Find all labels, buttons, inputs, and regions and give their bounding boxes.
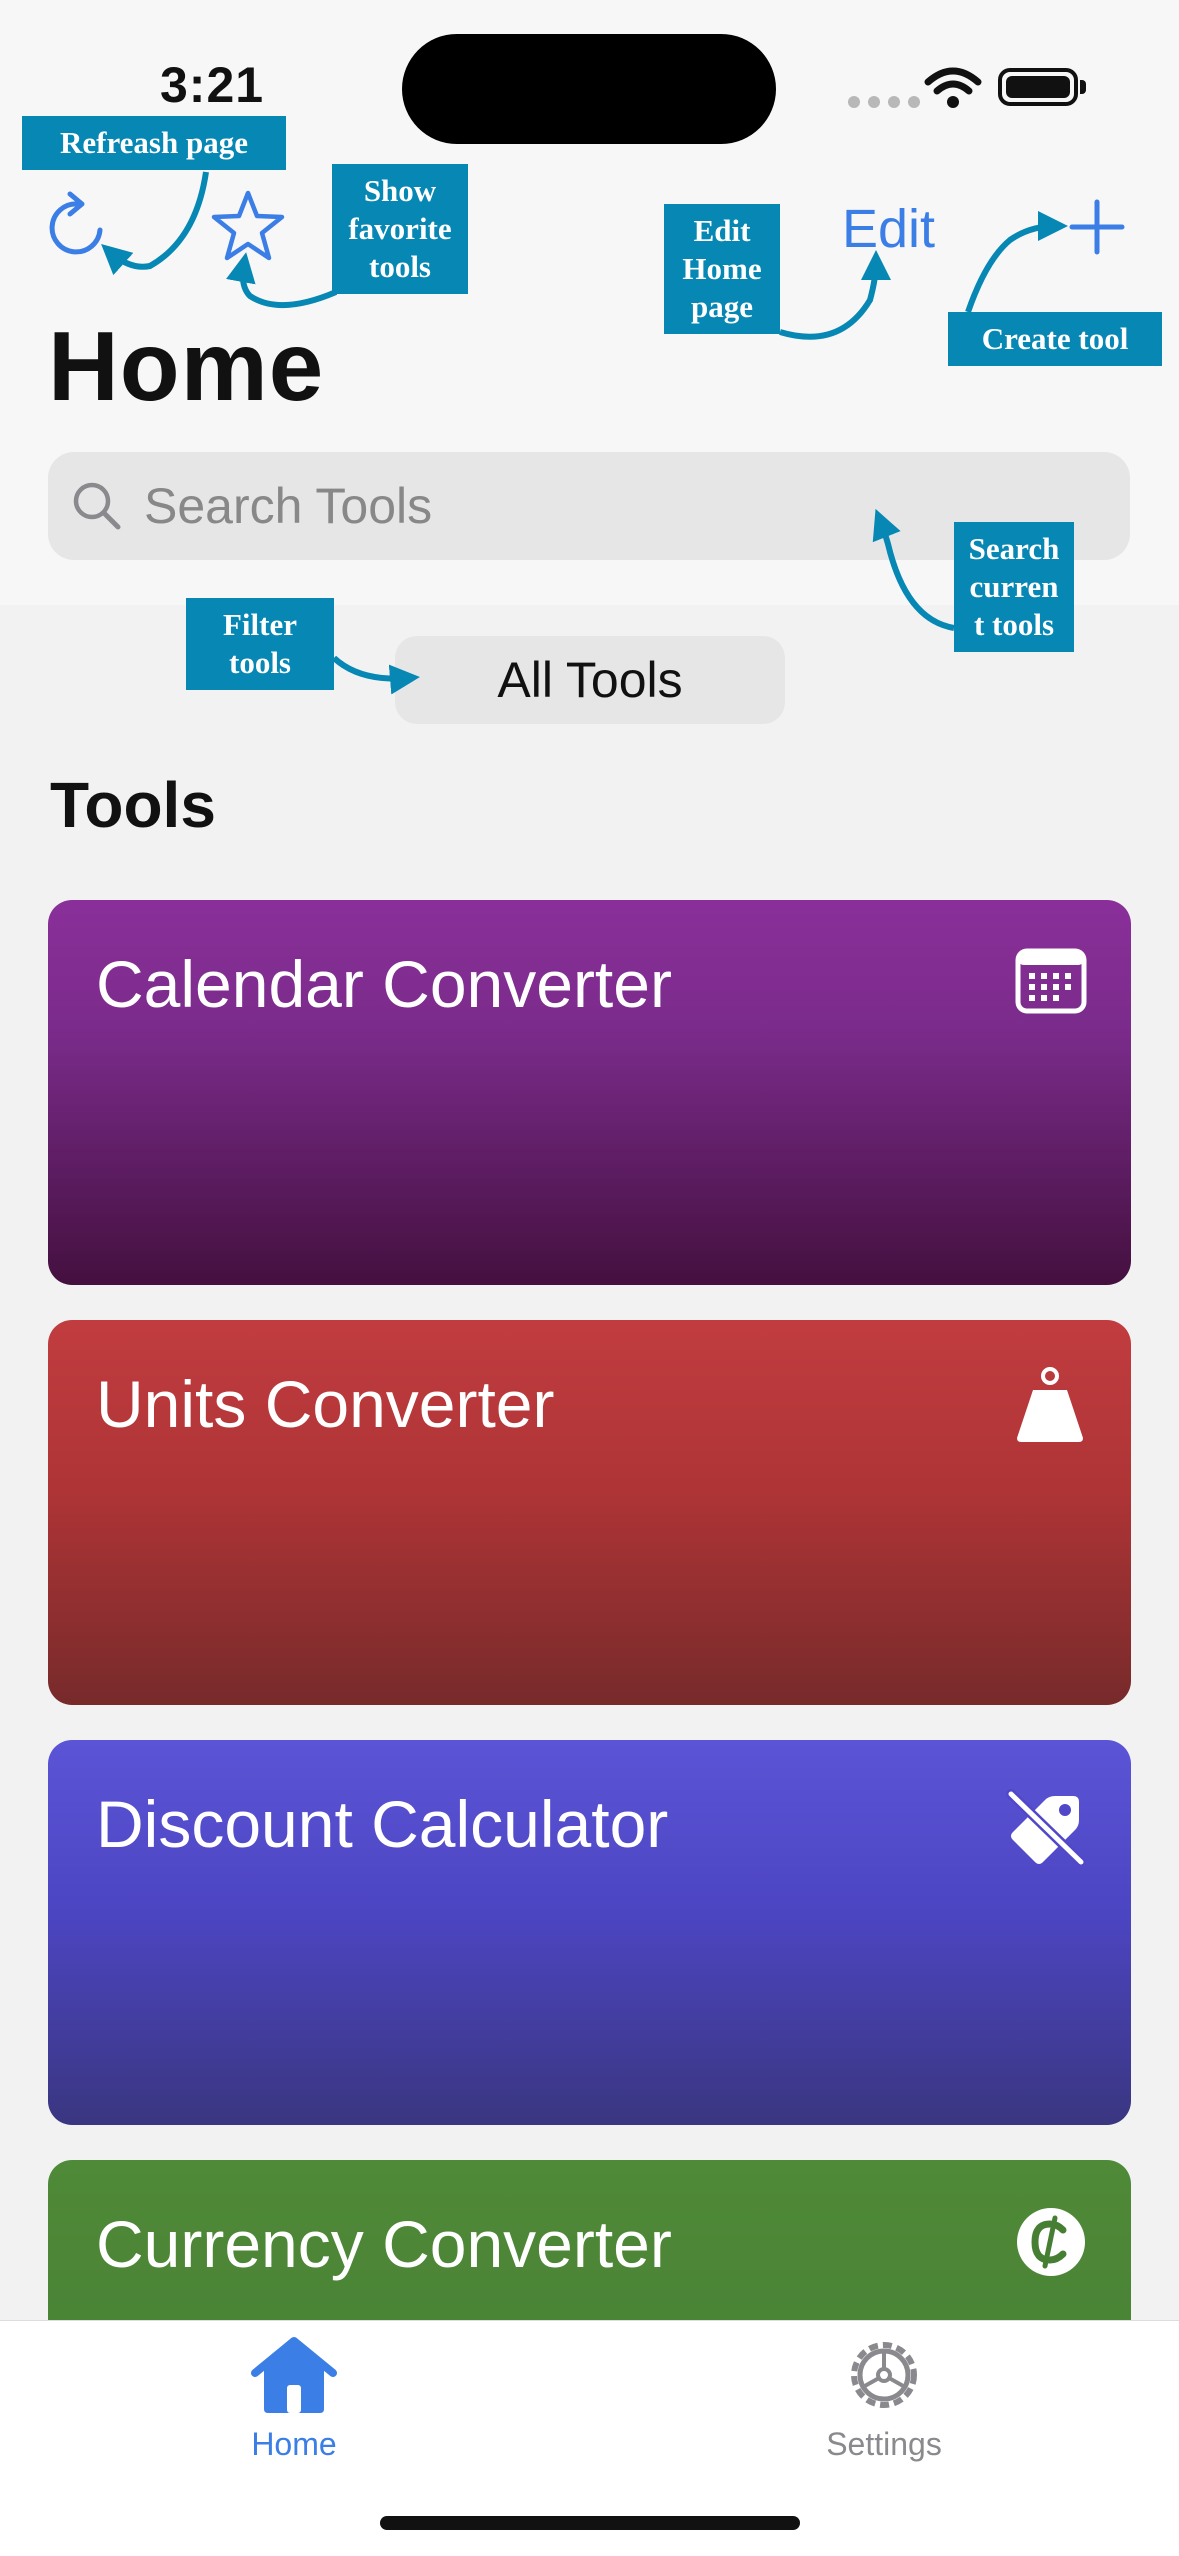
annotation-search: Search curren t tools [954, 522, 1074, 652]
plus-icon[interactable] [1068, 198, 1126, 256]
search-icon [73, 482, 121, 530]
tab-settings-label: Settings [826, 2426, 942, 2462]
filter-button[interactable]: All Tools [395, 636, 785, 724]
battery-icon [998, 68, 1078, 106]
annotation-refresh: Refreash page [22, 116, 286, 170]
tool-card-discount-calculator[interactable]: Discount Calculator [48, 1740, 1131, 2125]
house-icon [251, 2337, 337, 2413]
weight-icon [1017, 1367, 1083, 1442]
section-title: Tools [50, 769, 216, 841]
battery-tip [1080, 80, 1086, 94]
dynamic-island [402, 34, 776, 144]
status-time: 3:21 [160, 57, 265, 113]
home-indicator [380, 2516, 800, 2530]
tool-card-label: Currency Converter [96, 2207, 672, 2281]
tool-card-label: Discount Calculator [96, 1787, 669, 1861]
cedi-sign-icon [1017, 2208, 1085, 2276]
annotation-favorites: Show favorite tools [332, 164, 468, 294]
annotation-filter: Filter tools [186, 598, 334, 690]
tab-settings[interactable]: Settings [784, 2335, 984, 2463]
refresh-icon[interactable] [48, 190, 114, 264]
tag-slash-icon [1006, 1789, 1086, 1866]
wifi-icon [924, 67, 982, 108]
tool-card-units-converter[interactable]: Units Converter [48, 1320, 1131, 1705]
tab-home-label: Home [251, 2426, 337, 2462]
annotation-edit: Edit Home page [664, 204, 780, 334]
tab-home[interactable]: Home [194, 2335, 394, 2463]
cellular-signal-icon [848, 96, 920, 108]
tool-card-label: Units Converter [96, 1367, 555, 1441]
annotation-create: Create tool [948, 312, 1162, 366]
star-icon[interactable] [210, 188, 286, 264]
search-input[interactable] [144, 477, 1044, 535]
gear-icon [851, 2342, 917, 2408]
edit-button[interactable]: Edit [842, 198, 935, 260]
tool-card-calendar-converter[interactable]: Calendar Converter [48, 900, 1131, 1285]
tool-card-label: Calendar Converter [96, 947, 672, 1021]
calendar-icon [1015, 948, 1087, 1014]
page-title: Home [48, 311, 325, 421]
